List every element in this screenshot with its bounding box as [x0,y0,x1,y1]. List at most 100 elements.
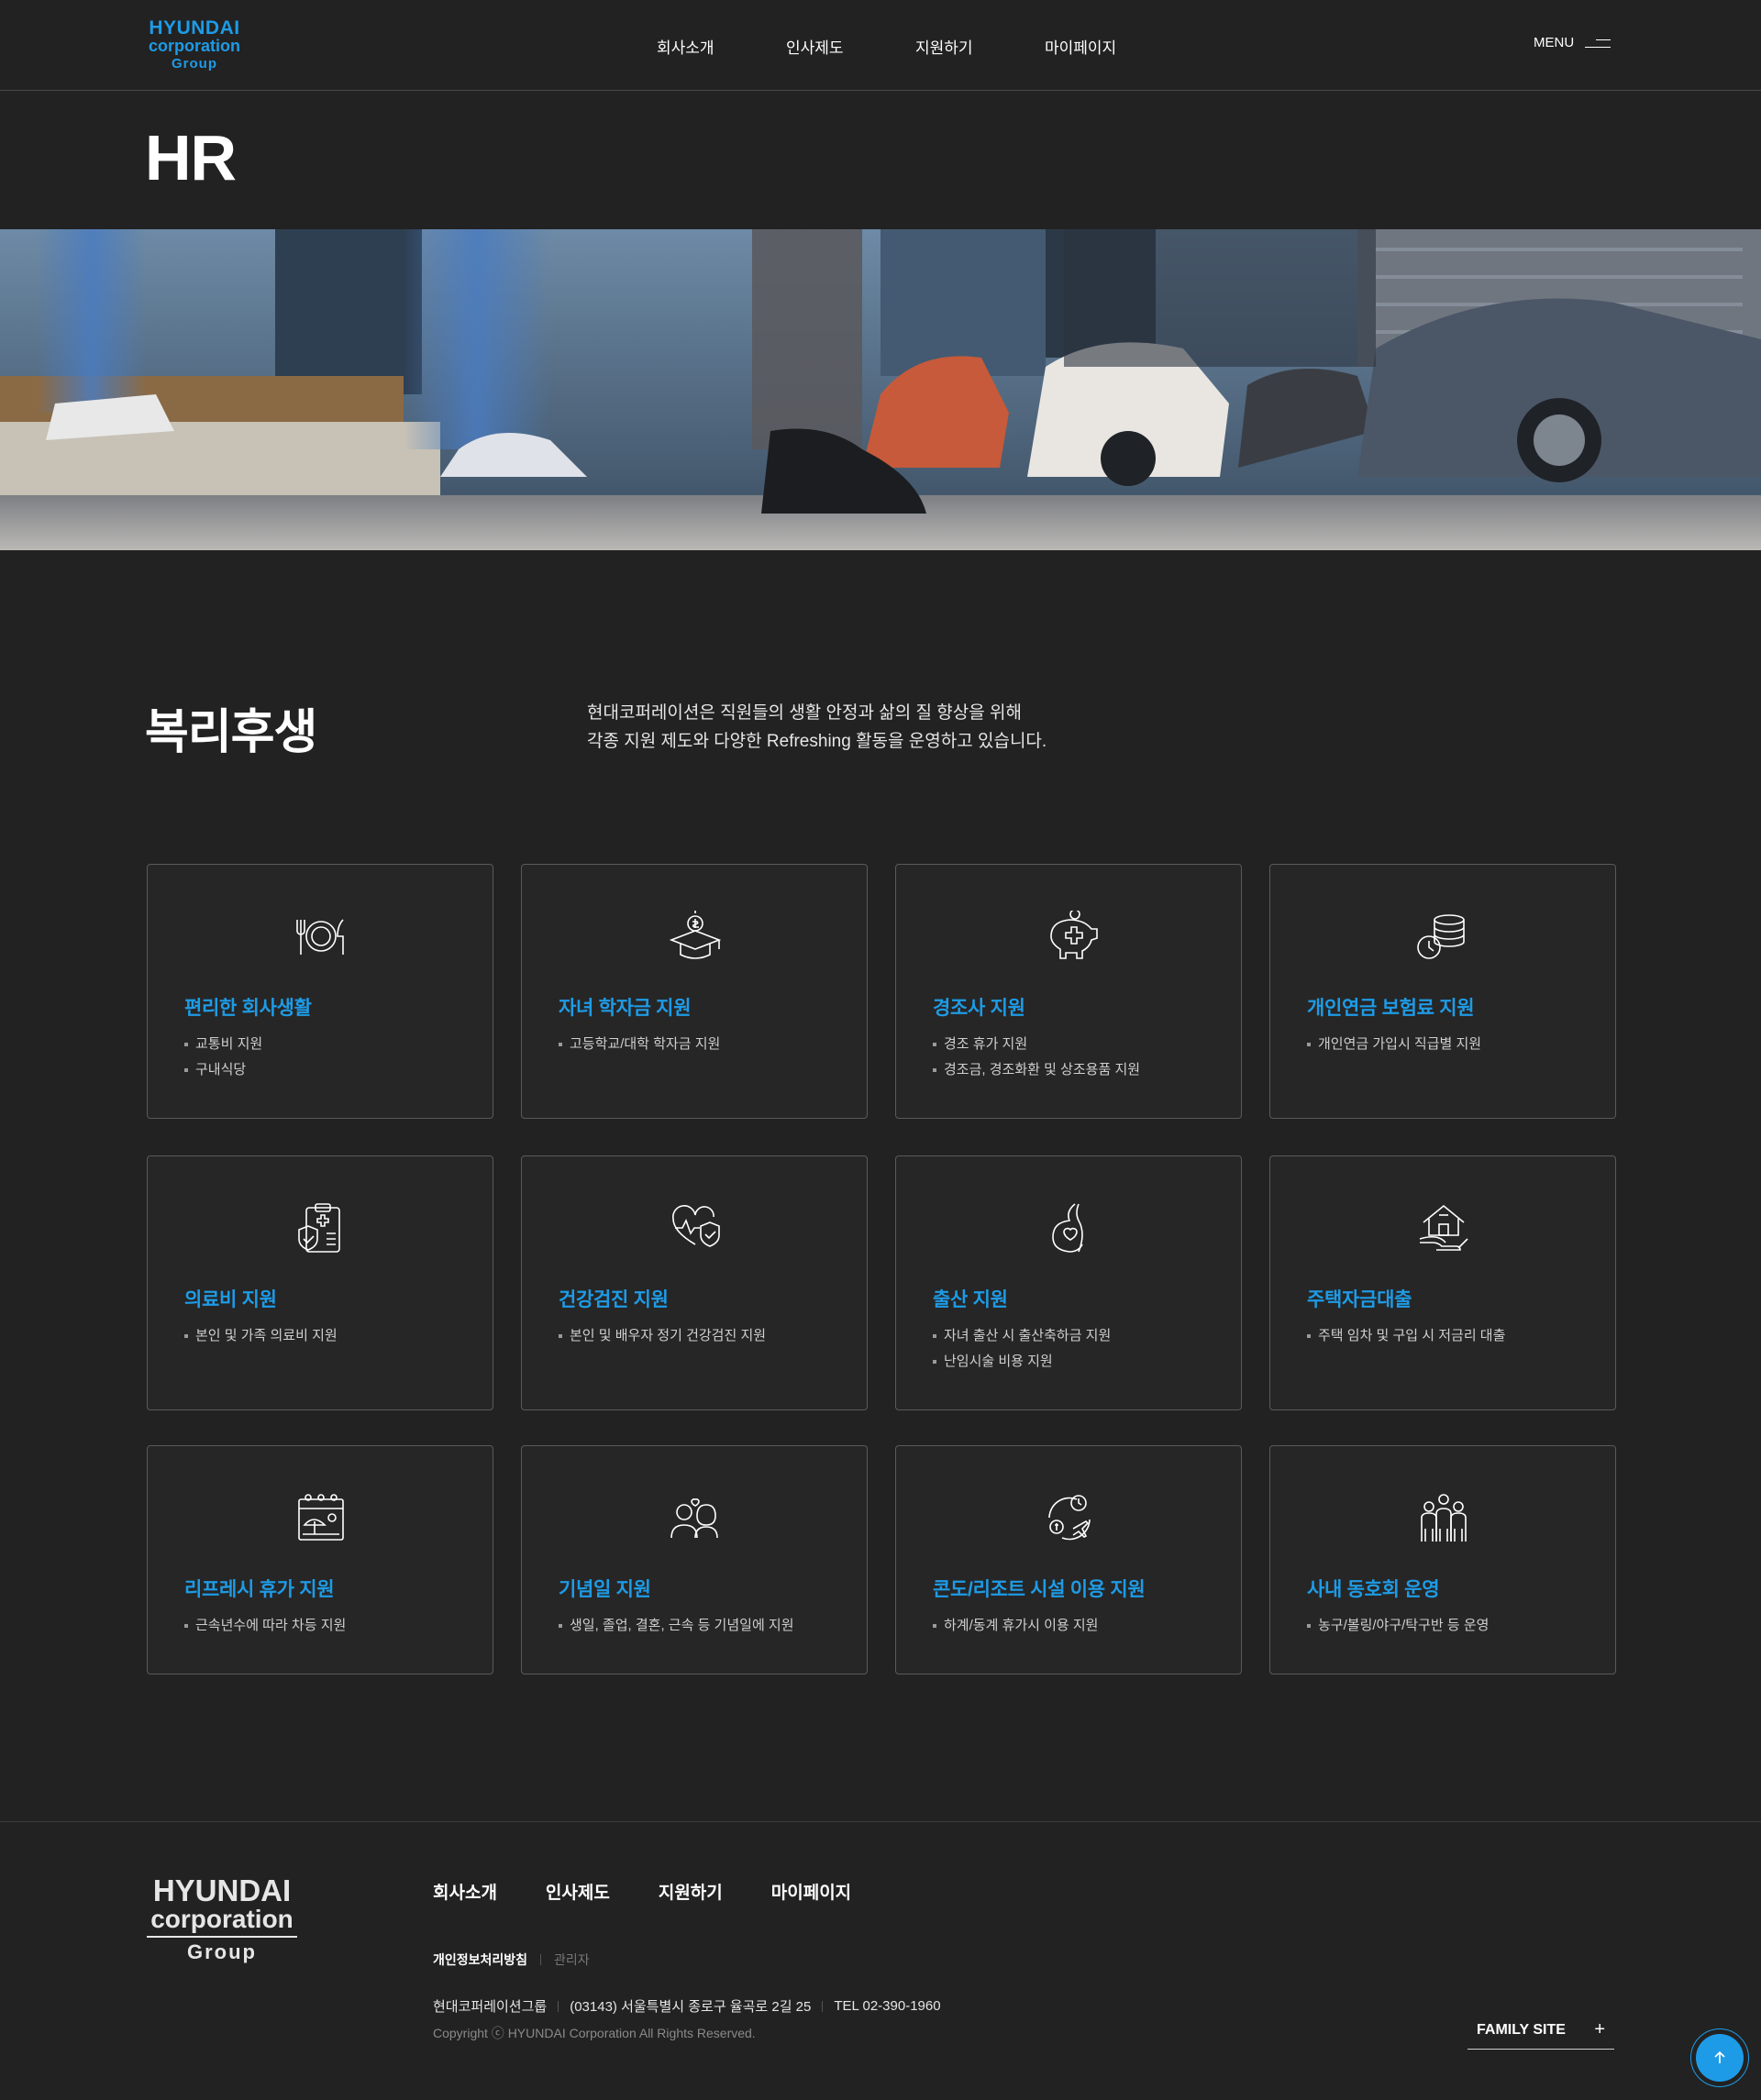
card-list: 개인연금 가입시 직급별 지원 [1307,1032,1481,1057]
card-list: 교통비 지원 구내식당 [184,1032,262,1083]
footer-logo[interactable]: HYUNDAI corporation Group [145,1875,299,1962]
section-intro: 현대코퍼레이션은 직원들의 생활 안정과 삶의 질 향상을 위해 각종 지원 제… [587,699,1047,756]
card-list: 주택 임차 및 구입 시 저금리 대출 [1307,1323,1505,1349]
intro-line: 현대코퍼레이션은 직원들의 생활 안정과 삶의 질 향상을 위해 [587,703,1022,723]
list-item: 개인연금 가입시 직급별 지원 [1307,1032,1481,1057]
logo-text-group: Group [187,1940,257,1963]
card-title: 개인연금 보험료 지원 [1307,998,1475,1019]
welfare-card[interactable]: 경조사 지원 경조 휴가 지원 경조금, 경조화환 및 상조용품 지원 [895,864,1242,1119]
site-footer: HYUNDAI corporation Group 회사소개 인사제도 지원하기… [0,1821,1761,2100]
menu-button[interactable]: MENU [1534,35,1611,50]
club-group-icon [1412,1492,1475,1543]
list-item: 경조금, 경조화환 및 상조용품 지원 [933,1057,1140,1083]
list-item: 교통비 지원 [184,1032,262,1057]
nav-item-company[interactable]: 회사소개 [657,35,714,58]
couple-icon [664,1492,726,1543]
list-item: 자녀 출산 시 출산축하금 지원 [933,1323,1111,1349]
main-nav: 회사소개 인사제도 지원하기 마이페이지 [0,35,1761,57]
card-list: 본인 및 배우자 정기 건강검진 지원 [559,1323,766,1349]
welfare-card[interactable]: 사내 동호회 운영 농구/볼링/야구/탁구반 등 운영 [1269,1445,1616,1674]
logo-text-hyundai: HYUNDAI [152,1873,292,1907]
hero-image [0,229,1761,550]
card-title: 건강검진 지원 [559,1289,669,1310]
welfare-card[interactable]: 자녀 학자금 지원 고등학교/대학 학자금 지원 [521,864,868,1119]
family-site-select[interactable]: FAMILY SITE + [1468,2011,1614,2050]
footer-nav-mypage[interactable]: 마이페이지 [771,1879,851,1904]
hamburger-icon [1585,37,1611,50]
calendar-beach-icon [290,1492,352,1543]
list-item: 고등학교/대학 학자금 지원 [559,1032,720,1057]
logo-text-group: Group [172,56,217,72]
footer-nav-hr-system[interactable]: 인사제도 [546,1879,610,1904]
list-item: 본인 및 배우자 정기 건강검진 지원 [559,1323,766,1349]
welfare-card[interactable]: 편리한 회사생활 교통비 지원 구내식당 [147,864,493,1119]
list-item: 본인 및 가족 의료비 지원 [184,1323,338,1349]
card-title: 경조사 지원 [933,998,1025,1019]
footer-nav: 회사소개 인사제도 지원하기 마이페이지 [433,1879,900,1904]
scroll-top-button[interactable] [1690,2028,1749,2087]
welfare-card[interactable]: 출산 지원 자녀 출산 시 출산축하금 지원 난임시술 비용 지원 [895,1155,1242,1410]
house-hand-icon [1412,1202,1475,1254]
welfare-card[interactable]: 건강검진 지원 본인 및 배우자 정기 건강검진 지원 [521,1155,868,1410]
dining-icon [290,911,352,962]
card-title: 편리한 회사생활 [184,998,312,1019]
card-list: 근속년수에 따라 차등 지원 [184,1613,346,1639]
plus-icon: + [1594,2019,1605,2039]
welfare-card[interactable]: 기념일 지원 생일, 졸업, 결혼, 근속 등 기념일에 지원 [521,1445,868,1674]
card-list: 생일, 졸업, 결혼, 근속 등 기념일에 지원 [559,1613,794,1639]
family-site-label: FAMILY SITE [1477,2021,1566,2038]
nav-item-mypage[interactable]: 마이페이지 [1045,35,1116,58]
list-item: 생일, 졸업, 결혼, 근속 등 기념일에 지원 [559,1613,794,1639]
medical-clipboard-icon [290,1202,352,1254]
pregnancy-icon [1038,1202,1101,1254]
nav-item-hr-system[interactable]: 인사제도 [786,35,844,58]
list-item: 경조 휴가 지원 [933,1032,1140,1057]
page-title: HR [145,122,237,193]
divider [822,2000,824,2012]
logo-divider [147,1936,297,1938]
card-title: 리프레시 휴가 지원 [184,1579,335,1600]
card-list: 하계/동계 휴가시 이용 지원 [933,1613,1098,1639]
list-item: 구내식당 [184,1057,262,1083]
card-list: 경조 휴가 지원 경조금, 경조화환 및 상조용품 지원 [933,1032,1140,1083]
graduation-money-icon [664,911,726,962]
company-address: (03143) 서울특별시 종로구 율곡로 2길 25 [570,1999,812,2015]
card-list: 자녀 출산 시 출산축하금 지원 난임시술 비용 지원 [933,1323,1111,1375]
card-list: 고등학교/대학 학자금 지원 [559,1032,720,1057]
company-tel: TEL 02-390-1960 [834,1998,941,2014]
footer-nav-company[interactable]: 회사소개 [433,1879,497,1904]
admin-link[interactable]: 관리자 [554,1951,590,1969]
section-title: 복리후생 [145,706,317,759]
list-item: 주택 임차 및 구입 시 저금리 대출 [1307,1323,1505,1349]
intro-line: 각종 지원 제도와 다양한 Refreshing 활동을 운영하고 있습니다. [587,732,1047,751]
logo-text-corporation: corporation [150,1905,294,1933]
footer-nav-apply[interactable]: 지원하기 [659,1879,723,1904]
card-title: 주택자금대출 [1307,1289,1412,1310]
coins-clock-icon [1412,911,1475,962]
copyright: Copyright ⓒ HYUNDAI Corporation All Righ… [433,2026,756,2040]
site-header: HYUNDAI corporation Group 회사소개 인사제도 지원하기… [0,0,1761,91]
company-name: 현대코퍼레이션그룹 [433,1999,548,2015]
company-info: 현대코퍼레이션그룹 (03143) 서울특별시 종로구 율곡로 2길 25 TE… [433,1996,941,2016]
card-title: 기념일 지원 [559,1579,651,1600]
piggy-bank-icon [1038,911,1101,962]
arrow-up-icon [1696,2034,1744,2082]
welfare-card[interactable]: 개인연금 보험료 지원 개인연금 가입시 직급별 지원 [1269,864,1616,1119]
nav-item-apply[interactable]: 지원하기 [915,35,973,58]
footer-links: 개인정보처리방침 관리자 [433,1951,590,1969]
card-title: 의료비 지원 [184,1289,277,1310]
divider [558,2000,559,2012]
welfare-card[interactable]: 주택자금대출 주택 임차 및 구입 시 저금리 대출 [1269,1155,1616,1410]
privacy-policy-link[interactable]: 개인정보처리방침 [433,1951,527,1969]
resort-travel-icon [1038,1492,1101,1543]
card-list: 본인 및 가족 의료비 지원 [184,1323,338,1349]
welfare-card[interactable]: 의료비 지원 본인 및 가족 의료비 지원 [147,1155,493,1410]
welfare-card[interactable]: 콘도/리조트 시설 이용 지원 하계/동계 휴가시 이용 지원 [895,1445,1242,1674]
card-title: 사내 동호회 운영 [1307,1579,1440,1600]
divider [540,1954,542,1965]
list-item: 하계/동계 휴가시 이용 지원 [933,1613,1098,1639]
list-item: 근속년수에 따라 차등 지원 [184,1613,346,1639]
welfare-card[interactable]: 리프레시 휴가 지원 근속년수에 따라 차등 지원 [147,1445,493,1674]
card-title: 자녀 학자금 지원 [559,998,692,1019]
heart-shield-icon [664,1202,726,1254]
